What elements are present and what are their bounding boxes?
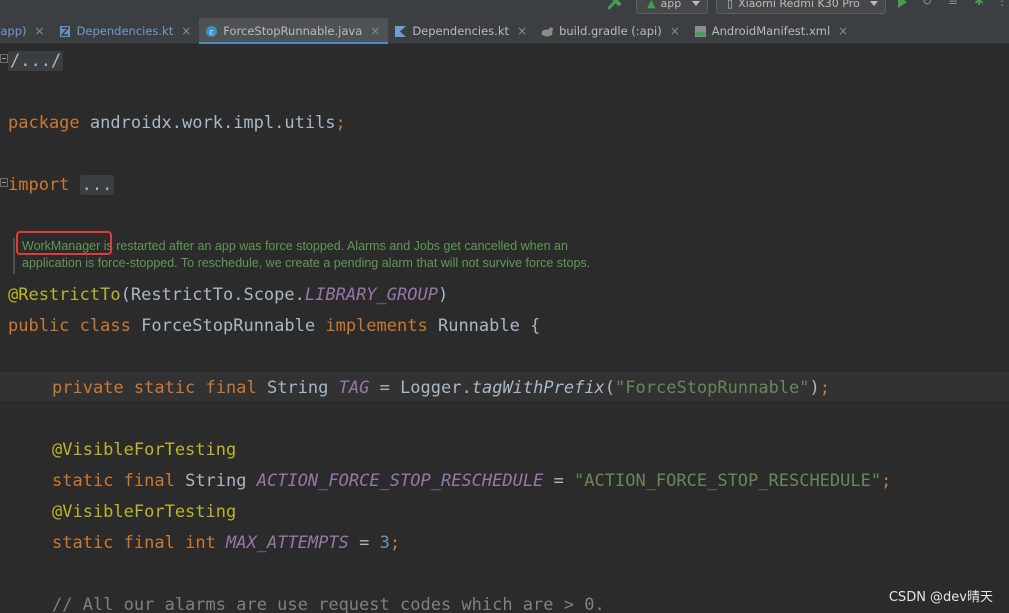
editor-tab-bar: (:app) × Dependencies.kt × c ForceStopRu…	[0, 18, 1009, 45]
tag-field-line: private static final String TAG = Logger…	[52, 378, 831, 398]
svg-text:c: c	[210, 27, 214, 36]
tab-label: build.gradle (:api)	[559, 24, 662, 38]
scope-ref: Scope	[243, 285, 295, 305]
line-comment: // All our alarms are use request codes …	[52, 595, 605, 613]
stop-icon[interactable]: ≡	[948, 0, 960, 7]
tab-force-stop-runnable[interactable]: c ForceStopRunnable.java ×	[199, 18, 389, 45]
tab-label: Dependencies.kt	[76, 24, 174, 38]
device-label: Xiaomi Redmi K30 Pro	[738, 0, 860, 10]
license-fold-line: /.../	[8, 50, 64, 72]
run-icon[interactable]	[898, 0, 907, 8]
rendered-doc-comment: WorkManager is restarted after an app wa…	[13, 238, 713, 274]
package-line: package androidx.work.impl.utils;	[8, 113, 346, 133]
close-icon[interactable]: ×	[181, 24, 191, 38]
chevron-down-icon	[870, 1, 878, 6]
number-literal: 3	[379, 533, 390, 553]
manifest-icon	[694, 25, 706, 37]
attach-debugger-icon[interactable]: ⋮	[996, 0, 1008, 7]
tab-build-gradle[interactable]: build.gradle (:api) ×	[535, 18, 688, 44]
class-name: ForceStopRunnable	[141, 316, 316, 336]
visible-annotation: @VisibleForTesting	[52, 502, 237, 522]
fold-toggle-icon[interactable]	[0, 178, 8, 187]
field-name: ACTION_FORCE_STOP_RESCHEDULE	[256, 471, 544, 491]
doc-text-line1: is restarted after an app was force stop…	[100, 239, 568, 253]
action-field-line: static final String ACTION_FORCE_STOP_RE…	[52, 471, 892, 491]
tab-android-manifest[interactable]: AndroidManifest.xml ×	[688, 18, 856, 44]
code-editor[interactable]: /.../ package androidx.work.impl.utils; …	[0, 44, 1009, 613]
folded-region[interactable]: /.../	[8, 51, 64, 71]
comment-line: // All our alarms are use request codes …	[52, 594, 605, 613]
device-select[interactable]: ▯ Xiaomi Redmi K30 Pro	[716, 0, 886, 14]
watermark: CSDN @dev晴天	[888, 590, 993, 605]
tab-app-file[interactable]: (:app) ×	[0, 18, 53, 44]
max-attempts-line: static final int MAX_ATTEMPTS = 3;	[52, 533, 401, 553]
field-name: TAG	[338, 378, 370, 398]
string-literal: "ACTION_FORCE_STOP_RESCHEDULE"	[574, 471, 882, 491]
class-keyword: class	[79, 316, 131, 336]
visible-for-testing-line: @VisibleForTesting	[52, 439, 236, 461]
import-line: import ...	[8, 174, 115, 196]
main-toolbar: ▲ app ▯ Xiaomi Redmi K30 Pro ↻ ≡ ✱ ⋮	[0, 0, 1009, 18]
modifiers: static final	[52, 533, 175, 553]
implements-keyword: implements	[325, 316, 428, 336]
modifiers: private static final	[52, 378, 257, 398]
run-config-select[interactable]: ▲ app	[636, 0, 708, 14]
close-icon[interactable]: ×	[370, 24, 380, 38]
method-name: tagWithPrefix	[471, 378, 605, 398]
doc-text-line2: application is force-stopped. To resched…	[22, 256, 591, 270]
folded-imports[interactable]: ...	[79, 175, 115, 195]
type-name: String	[266, 378, 329, 398]
annotation-highlight-box	[16, 231, 112, 255]
tab-label: ForceStopRunnable.java	[223, 24, 363, 38]
apply-changes-icon[interactable]: ↻	[922, 0, 934, 7]
tab-dependencies-kt[interactable]: Dependencies.kt ×	[53, 18, 200, 44]
kotlin-file-icon	[395, 25, 407, 37]
visible-for-testing-line-2: @VisibleForTesting	[52, 501, 236, 523]
import-keyword: import	[8, 175, 70, 195]
java-class-icon: c	[206, 25, 218, 37]
close-icon[interactable]: ×	[838, 24, 848, 38]
chevron-down-icon	[692, 1, 700, 6]
string-literal: "ForceStopRunnable"	[615, 378, 810, 398]
class-declaration-line: public class ForceStopRunnable implement…	[8, 316, 541, 336]
close-icon[interactable]: ×	[517, 24, 527, 38]
build-hammer-icon[interactable]	[606, 0, 624, 12]
logger-class: Logger	[400, 378, 462, 398]
debug-icon[interactable]: ✱	[974, 0, 986, 7]
restrict-class-ref: RestrictTo	[130, 285, 234, 305]
gradle-icon	[541, 27, 554, 36]
close-icon[interactable]: ×	[670, 24, 680, 38]
tab-label: AndroidManifest.xml	[711, 24, 831, 38]
phone-icon: ▯	[727, 0, 734, 10]
modifiers: static final	[52, 471, 175, 491]
tab-dependencies-kt-2[interactable]: Dependencies.kt ×	[388, 18, 535, 44]
restrict-annotation-line: @RestrictTo(RestrictTo.Scope.LIBRARY_GRO…	[8, 285, 449, 305]
tab-label: (:app)	[0, 24, 27, 38]
fold-toggle-icon[interactable]	[0, 54, 8, 63]
package-keyword: package	[8, 113, 80, 133]
tab-label: Dependencies.kt	[412, 24, 509, 38]
kotlin-file-icon	[59, 25, 70, 37]
android-icon: ▲	[647, 0, 656, 10]
restrict-annotation: @RestrictTo	[8, 285, 121, 305]
library-group-const: LIBRARY_GROUP	[304, 285, 438, 305]
package-name: androidx.work.impl.utils	[89, 113, 336, 133]
type-name: String	[185, 471, 247, 491]
interface-name: Runnable	[437, 316, 520, 336]
field-name: MAX_ATTEMPTS	[226, 533, 349, 553]
close-icon[interactable]: ×	[35, 24, 45, 38]
public-keyword: public	[8, 316, 70, 336]
type-name: int	[185, 533, 216, 553]
visible-annotation: @VisibleForTesting	[52, 440, 237, 460]
run-config-label: app	[660, 0, 682, 10]
